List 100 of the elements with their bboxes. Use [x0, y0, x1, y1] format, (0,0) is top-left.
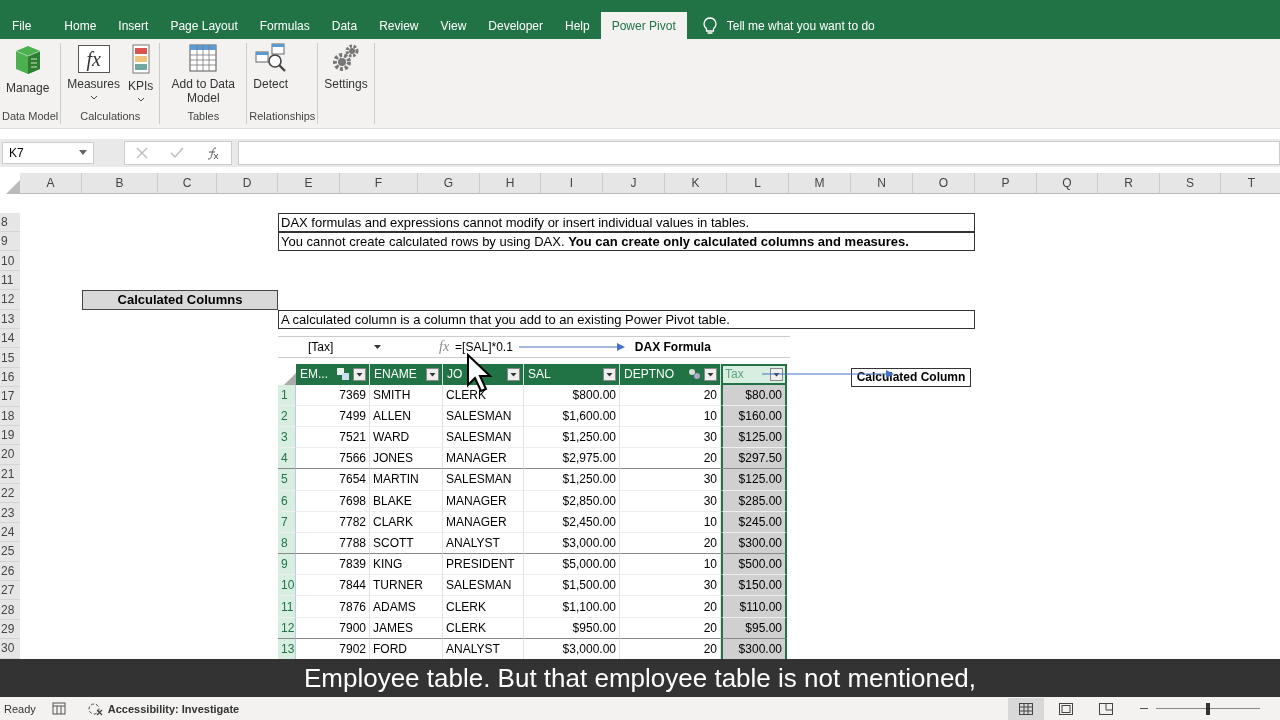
column-header[interactable]: A: [20, 172, 82, 194]
row-header[interactable]: 13: [0, 309, 20, 329]
macro-recorder-icon[interactable]: [51, 702, 66, 716]
row-header[interactable]: 17: [0, 387, 20, 407]
column-header[interactable]: K: [665, 172, 727, 194]
note-text: You cannot create calculated rows by using DAX. You can create only calculated columns and measures.: [278, 232, 975, 252]
ribbon-tab[interactable]: Help: [554, 11, 601, 40]
row-header[interactable]: 25: [0, 542, 20, 562]
column-header[interactable]: E: [278, 172, 340, 194]
column-header[interactable]: EM...: [296, 363, 370, 385]
column-header[interactable]: H: [480, 172, 541, 194]
filter-dropdown-icon[interactable]: [507, 367, 520, 381]
row-header[interactable]: 14: [0, 328, 20, 349]
ribbon-tab[interactable]: View: [429, 11, 478, 40]
column-header[interactable]: DEPTNO: [620, 363, 721, 385]
ribbon-command[interactable]: Settings: [320, 43, 372, 124]
ribbon-command[interactable]: Detect: [249, 43, 292, 110]
row-header[interactable]: 10: [0, 251, 20, 271]
table-cell: $3,000.00: [524, 532, 620, 555]
row-header[interactable]: 9: [0, 232, 20, 252]
column-header[interactable]: R: [1098, 172, 1160, 194]
column-selector[interactable]: [Tax]: [308, 339, 368, 354]
relationship-icon: [688, 368, 701, 381]
table-cell: $150.00: [721, 575, 787, 597]
column-header[interactable]: O: [913, 172, 975, 194]
ribbon-group-label: Relationships: [249, 110, 316, 124]
column-header[interactable]: ENAME: [370, 363, 443, 385]
row-header[interactable]: 28: [0, 600, 20, 620]
row-header[interactable]: 23: [0, 503, 20, 523]
column-header[interactable]: S: [1160, 172, 1221, 194]
table-cell: CLERK: [443, 617, 524, 639]
ribbon-command[interactable]: fx Measures: [63, 43, 124, 110]
ribbon-tab[interactable]: Power Pivot: [600, 11, 687, 40]
column-header[interactable]: G: [418, 172, 480, 194]
check-icon[interactable]: [170, 146, 184, 159]
column-header[interactable]: SAL: [524, 363, 620, 385]
table-cell: $300.00: [721, 638, 787, 661]
row-header[interactable]: 20: [0, 445, 20, 465]
tell-me-search[interactable]: Tell me what you want to do: [726, 18, 875, 33]
row-number: 12: [278, 617, 296, 639]
accessibility-button[interactable]: Accessibility: Investigate: [81, 700, 246, 717]
function-icon[interactable]: [206, 145, 220, 160]
row-header[interactable]: 26: [0, 561, 20, 581]
column-header[interactable]: Q: [1037, 172, 1098, 194]
ribbon-command[interactable]: Manage: [2, 43, 54, 110]
row-header[interactable]: 22: [0, 484, 20, 504]
filter-dropdown-icon[interactable]: [353, 367, 366, 381]
column-header[interactable]: F: [340, 172, 418, 194]
ribbon-tab[interactable]: Page Layout: [159, 11, 249, 40]
column-header[interactable]: T: [1221, 172, 1280, 194]
slider-thumb[interactable]: [1206, 702, 1210, 715]
chevron-down-icon: [136, 97, 145, 103]
row-header[interactable]: 29: [0, 619, 20, 640]
row-header[interactable]: 19: [0, 425, 20, 446]
subtitle-caption: Employee table. But that employee table is not mentioned,: [0, 658, 1280, 698]
filter-dropdown-icon[interactable]: [426, 367, 439, 381]
ribbon-tab[interactable]: Developer: [477, 11, 554, 40]
table-cell: $2,975.00: [524, 448, 620, 470]
ribbon-tab[interactable]: Formulas: [248, 11, 321, 40]
callout-label: DAX Formula: [634, 339, 711, 354]
name-box[interactable]: K7: [2, 141, 94, 164]
table-cell: $95.00: [721, 617, 787, 639]
formula-text[interactable]: =[SAL]*0.1: [455, 339, 513, 354]
row-header[interactable]: 30: [0, 639, 20, 659]
ribbon-tab[interactable]: Home: [53, 11, 108, 40]
column-header[interactable]: D: [217, 172, 278, 194]
row-header[interactable]: 11: [0, 270, 20, 291]
column-header[interactable]: C: [158, 172, 217, 194]
row-header[interactable]: 24: [0, 522, 20, 543]
column-header[interactable]: M: [789, 172, 851, 194]
row-header[interactable]: 16: [0, 367, 20, 388]
filter-dropdown-icon[interactable]: [603, 367, 616, 381]
row-header[interactable]: 8: [0, 212, 20, 232]
filter-dropdown-icon[interactable]: [704, 367, 717, 381]
row-number: 4: [278, 448, 296, 470]
key-icon: [337, 368, 350, 381]
row-header[interactable]: 15: [0, 348, 20, 368]
ribbon-command[interactable]: KPIs: [123, 43, 158, 110]
column-header[interactable]: N: [851, 172, 913, 194]
column-header[interactable]: J: [603, 172, 665, 194]
row-header[interactable]: 18: [0, 406, 20, 426]
ribbon-tab[interactable]: Data: [320, 11, 369, 40]
row-header[interactable]: 27: [0, 581, 20, 601]
gears-icon: [332, 43, 360, 74]
function-label: fx: [439, 338, 450, 355]
view-button[interactable]: [1008, 697, 1044, 720]
column-header[interactable]: P: [975, 172, 1037, 194]
column-header[interactable]: L: [727, 172, 789, 194]
column-header[interactable]: B: [82, 172, 158, 194]
ribbon-tab[interactable]: Insert: [107, 11, 160, 40]
ribbon-tab[interactable]: File: [0, 11, 54, 40]
ribbon-command[interactable]: Add to Data Model: [162, 43, 245, 110]
formula-input[interactable]: [238, 140, 1280, 165]
detect-tables-icon: [254, 43, 287, 74]
status-text: Ready: [4, 702, 36, 715]
column-header[interactable]: I: [541, 172, 603, 194]
row-header[interactable]: 12: [0, 290, 20, 310]
ribbon-tab[interactable]: Review: [368, 11, 430, 40]
table-cell: $2,850.00: [524, 490, 620, 512]
row-header[interactable]: 21: [0, 464, 20, 485]
